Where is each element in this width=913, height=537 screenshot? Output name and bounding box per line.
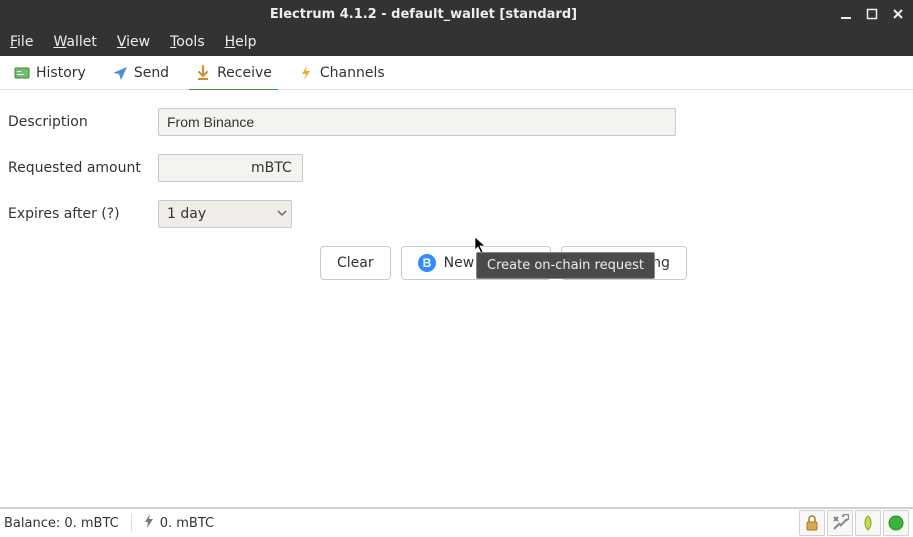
window-controls — [839, 7, 905, 21]
menu-help[interactable]: Help — [225, 34, 257, 50]
tab-receive[interactable]: Receive — [185, 61, 282, 85]
tab-send[interactable]: Send — [102, 61, 179, 85]
close-button[interactable] — [891, 7, 905, 21]
menu-wallet[interactable]: Wallet — [53, 34, 96, 50]
description-label: Description — [8, 114, 158, 130]
window-titlebar: Electrum 4.1.2 - default_wallet [standar… — [0, 0, 913, 28]
row-amount: Requested amount mBTC — [8, 154, 905, 182]
menu-tools[interactable]: Tools — [170, 34, 205, 50]
lock-icon[interactable] — [799, 510, 825, 536]
amount-input-wrap: mBTC — [158, 154, 303, 182]
menubar: File Wallet View Tools Help — [0, 28, 913, 56]
seed-icon[interactable] — [855, 510, 881, 536]
minimize-button[interactable] — [839, 7, 853, 21]
separator — [131, 514, 132, 532]
clear-button[interactable]: Clear — [320, 246, 391, 280]
maximize-button[interactable] — [865, 7, 879, 21]
tab-label: Send — [134, 65, 169, 81]
amount-label: Requested amount — [8, 160, 158, 176]
network-status-icon[interactable] — [883, 510, 909, 536]
tools-icon[interactable] — [827, 510, 853, 536]
button-label: Clear — [337, 255, 374, 271]
lightning-balance-text: 0. mBTC — [160, 516, 214, 531]
amount-unit: mBTC — [249, 160, 302, 176]
amount-input[interactable] — [159, 155, 249, 181]
chevron-down-icon — [277, 206, 287, 222]
status-left: Balance: 0. mBTC 0. mBTC — [4, 514, 214, 532]
tab-label: Channels — [320, 65, 385, 81]
expires-value: 1 day — [167, 206, 206, 222]
svg-text:B: B — [422, 256, 431, 270]
balance-text: Balance: 0. mBTC — [4, 516, 119, 531]
history-icon — [14, 65, 30, 81]
tooltip: Create on-chain request — [476, 252, 655, 279]
bitcoin-icon: B — [418, 254, 436, 272]
description-input[interactable] — [158, 108, 676, 136]
send-icon — [112, 65, 128, 81]
tab-history[interactable]: History — [4, 61, 96, 85]
menu-view[interactable]: View — [117, 34, 150, 50]
lightning-small-icon — [144, 514, 154, 532]
menu-file[interactable]: File — [10, 34, 33, 50]
expires-label: Expires after (?) — [8, 206, 158, 222]
tab-label: Receive — [217, 65, 272, 81]
row-description: Description — [8, 108, 905, 136]
window-title: Electrum 4.1.2 - default_wallet [standar… — [8, 7, 839, 22]
lightning-icon — [298, 65, 314, 81]
row-expires: Expires after (?) 1 day — [8, 200, 905, 228]
status-right — [799, 510, 909, 536]
tab-channels[interactable]: Channels — [288, 61, 395, 85]
receive-panel: Description Requested amount mBTC Expire… — [0, 90, 913, 507]
tab-bar: History Send Receive Channels — [0, 56, 913, 90]
status-bar: Balance: 0. mBTC 0. mBTC — [0, 507, 913, 537]
receive-icon — [195, 65, 211, 81]
expires-select[interactable]: 1 day — [158, 200, 292, 228]
tab-label: History — [36, 65, 86, 81]
